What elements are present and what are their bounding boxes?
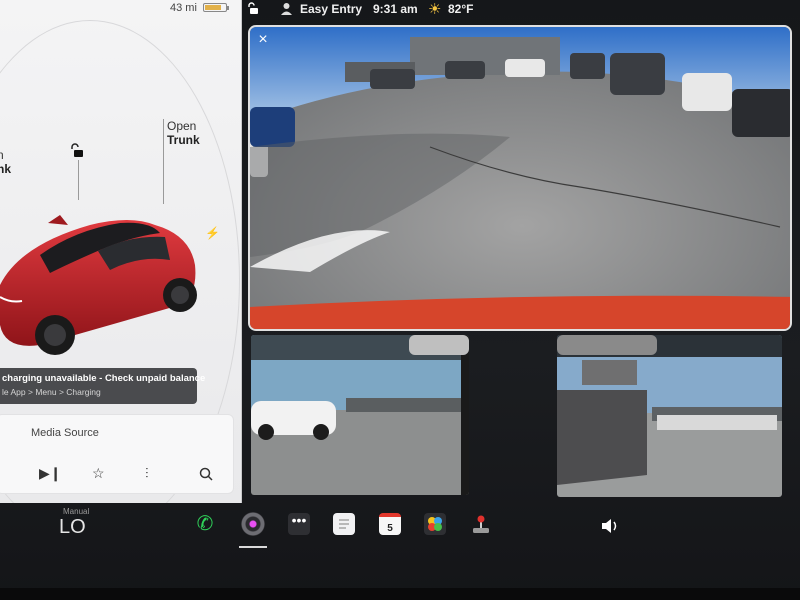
clock: 9:31 am [373, 2, 418, 16]
search-icon[interactable] [199, 467, 213, 481]
calendar-day: 5 [387, 523, 393, 534]
right-repeater-camera-view [557, 335, 782, 497]
climate-temperature[interactable]: LO [59, 516, 86, 539]
outside-temperature: 82°F [448, 2, 474, 16]
lock-icon[interactable] [69, 143, 85, 159]
close-camera-button[interactable]: × [254, 31, 272, 49]
media-controls: ▶❙ ☆ ⫶ [0, 465, 235, 485]
alert-title: charging unavailable - Check unpaid bala… [2, 373, 206, 384]
rear-camera-image [250, 27, 790, 329]
battery-range: 43 mi [170, 2, 197, 14]
battery-icon [203, 3, 229, 12]
bottom-dock: Manual LO ✆ ••• 5 [0, 503, 800, 588]
active-app-indicator [239, 546, 267, 548]
right-camera-image [557, 335, 782, 497]
car-model-image [0, 215, 197, 355]
rear-camera-view: × [248, 25, 792, 331]
climate-mode-label: Manual [63, 507, 90, 516]
phone-icon[interactable]: ✆ [194, 513, 216, 535]
status-bar: Easy Entry 9:31 am ☀ 82°F [242, 0, 800, 22]
charging-alert-banner[interactable]: charging unavailable - Check unpaid bala… [0, 368, 206, 404]
tesla-screen: 43 mi n nk Open Trunk ⚡ [0, 0, 800, 600]
camera-icon[interactable] [241, 512, 265, 536]
driver-profile[interactable]: Easy Entry [300, 2, 362, 16]
notes-icon[interactable] [333, 513, 355, 535]
sun-icon: ☀ [428, 1, 442, 18]
screen-bezel [0, 588, 800, 600]
lock-icon[interactable] [246, 2, 260, 16]
equalizer-icon[interactable]: ⫶ [145, 465, 149, 482]
frunk-label-line2: nk [0, 162, 12, 176]
favorite-star-icon[interactable]: ☆ [92, 465, 105, 482]
car-status-panel: 43 mi n nk Open Trunk ⚡ [0, 0, 242, 503]
arcade-icon[interactable] [424, 513, 446, 535]
calendar-icon[interactable]: 5 [379, 513, 401, 535]
alert-subtitle: le App > Menu > Charging [2, 387, 101, 397]
open-frunk-button[interactable]: n nk [0, 148, 11, 176]
joystick-icon[interactable] [470, 513, 492, 535]
frunk-label-line1: n [0, 148, 11, 162]
trunk-label-line2: Trunk [167, 133, 200, 147]
left-camera-image [251, 335, 469, 495]
volume-icon[interactable] [600, 517, 622, 539]
user-icon[interactable] [280, 2, 293, 16]
more-icon[interactable]: ••• [288, 513, 310, 535]
next-track-icon[interactable]: ▶❙ [39, 465, 62, 482]
media-source-label[interactable]: Media Source [31, 427, 99, 439]
trunk-label-line1: Open [167, 119, 197, 133]
left-repeater-camera-view [251, 335, 469, 495]
open-trunk-button[interactable]: Open Trunk [167, 119, 200, 147]
media-player-card: Media Source ▶❙ ☆ ⫶ [0, 414, 234, 494]
